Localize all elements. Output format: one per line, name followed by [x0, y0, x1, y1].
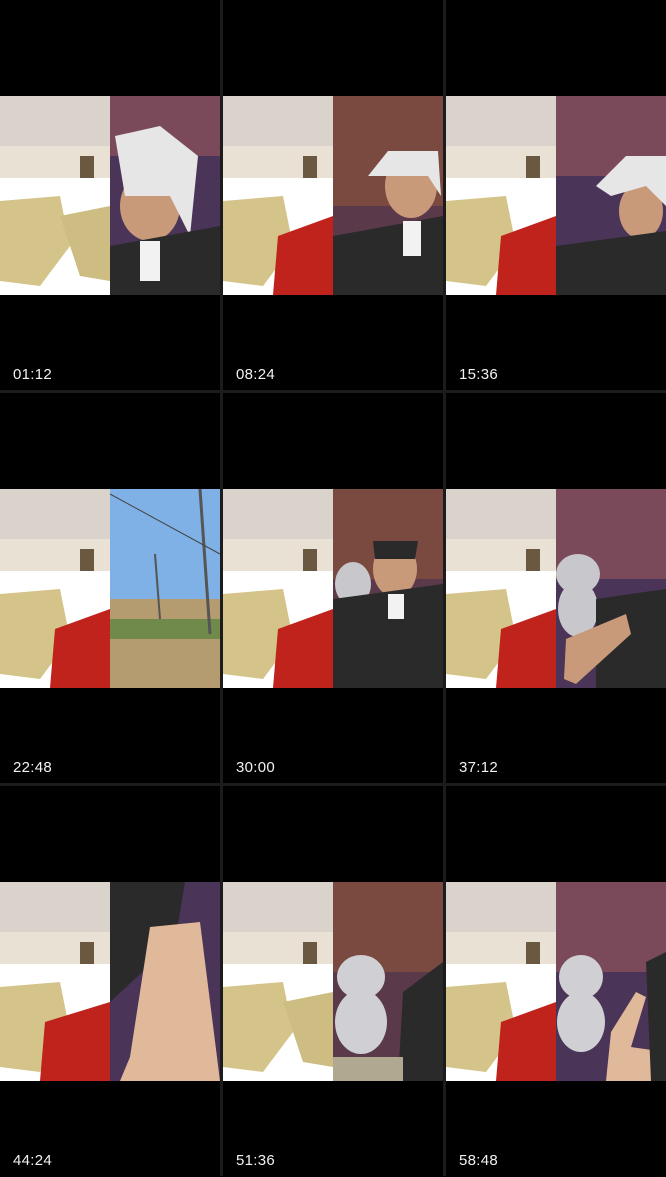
- thumbnail-timestamp: 37:12: [459, 759, 499, 776]
- thumbnail-image: [446, 96, 666, 295]
- thumbnail-1[interactable]: 01:12: [0, 0, 220, 391]
- thumbnail-image: [223, 882, 443, 1081]
- thumbnail-timestamp: 15:36: [459, 366, 499, 383]
- thumbnail-timestamp: 30:00: [236, 759, 276, 776]
- thumbnail-2[interactable]: 08:24: [223, 0, 443, 391]
- thumbnail-image: [0, 489, 220, 688]
- thumbnail-timestamp: 08:24: [236, 366, 276, 383]
- grid-divider: [220, 0, 223, 1176]
- thumbnail-image: [223, 489, 443, 688]
- grid-divider: [0, 390, 666, 393]
- grid-divider: [443, 0, 446, 1176]
- thumbnail-4[interactable]: 22:48: [0, 393, 220, 784]
- thumbnail-timestamp: 44:24: [13, 1152, 53, 1169]
- thumbnail-3[interactable]: 15:36: [446, 0, 666, 391]
- thumbnail-9[interactable]: 58:48: [446, 786, 666, 1177]
- thumbnail-image: [446, 489, 666, 688]
- thumbnail-image: [223, 96, 443, 295]
- thumbnail-image: [0, 96, 220, 295]
- thumbnail-6[interactable]: 37:12: [446, 393, 666, 784]
- thumbnail-image: [446, 882, 666, 1081]
- thumbnail-5[interactable]: 30:00: [223, 393, 443, 784]
- thumbnail-grid: 01:12 08:24 15:36 22:48 30:00 37:12 44:2…: [0, 0, 666, 1177]
- grid-divider: [0, 783, 666, 786]
- thumbnail-timestamp: 01:12: [13, 366, 53, 383]
- thumbnail-timestamp: 58:48: [459, 1152, 499, 1169]
- thumbnail-timestamp: 51:36: [236, 1152, 276, 1169]
- thumbnail-timestamp: 22:48: [13, 759, 53, 776]
- thumbnail-image: [0, 882, 220, 1081]
- thumbnail-7[interactable]: 44:24: [0, 786, 220, 1177]
- thumbnail-8[interactable]: 51:36: [223, 786, 443, 1177]
